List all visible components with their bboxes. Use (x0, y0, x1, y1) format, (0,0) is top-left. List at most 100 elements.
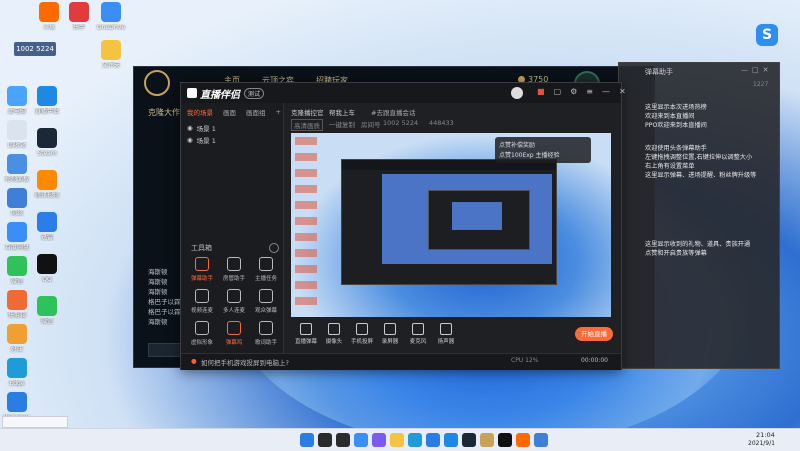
start-live-button[interactable]: 开始直播 (575, 327, 613, 341)
hint-link[interactable]: 如何把手机游戏投屏到电脑上? (201, 357, 289, 367)
floating-app-icon[interactable]: S (756, 24, 778, 46)
steam-icon (37, 128, 57, 148)
quality-tag[interactable]: 高清画质 (291, 119, 323, 131)
danmaku-line: PPO欢迎来到本直播间 (645, 122, 707, 129)
settings-icon[interactable]: ⚙ (570, 87, 577, 96)
desktop-icon[interactable]: Steam (28, 128, 66, 157)
desktop-icon-label: Steam (37, 150, 57, 157)
desktop-icon[interactable]: 腾讯视频 (28, 170, 66, 199)
desktop-icon[interactable]: OneDrive (92, 2, 130, 31)
windows-start-icon[interactable] (300, 433, 314, 447)
control-label: 直播弹幕 (294, 339, 317, 345)
copy-tag[interactable]: 一键复制 (329, 119, 355, 129)
danmaku-icon (300, 323, 312, 335)
window-minimize-icon[interactable]: — (602, 87, 610, 96)
recycle-bin-icon (7, 120, 27, 140)
companion-logo-icon (187, 88, 197, 98)
bottom-notification[interactable] (2, 416, 68, 428)
tool-multi-call[interactable]: 多人连麦 (219, 289, 249, 314)
widgets-icon[interactable] (354, 433, 368, 447)
eye-icon[interactable]: ◉ (187, 124, 193, 132)
task-view-icon[interactable] (336, 433, 350, 447)
onedrive-icon (101, 2, 121, 22)
control-speaker[interactable]: 扬声器 (431, 323, 461, 345)
menu-icon[interactable]: ≡ (586, 87, 593, 96)
danmaku-top-count: 1227 (753, 81, 769, 88)
chat-icon[interactable] (372, 433, 386, 447)
danmaku-line: 这里显示弹幕、进场提醒、粉丝牌升级等 (645, 172, 757, 179)
scene-item-0[interactable]: 场景 1 (197, 123, 216, 133)
close-icon[interactable]: ✕ (763, 66, 769, 74)
qq-icon[interactable] (498, 433, 512, 447)
tool-lyrics[interactable]: 歌词助手 (251, 321, 281, 346)
browser-icon[interactable] (534, 433, 548, 447)
control-camera[interactable]: 摄像头 (319, 323, 349, 345)
danmaku-panel-title: 弹幕助手 (645, 68, 673, 76)
preview-area[interactable]: 点赞补偿奖励 点赞100Exp 主播经验 (291, 133, 611, 317)
danmaku-panel[interactable]: 弹幕助手 — □ ✕ 1227 这里显示本次进场热榜 欢迎来到本直播间 PPO欢迎来… (618, 62, 780, 369)
game-logo-icon (144, 70, 170, 96)
taskbar: 21:04 2021/9/1 (0, 428, 800, 451)
left-tab-canvas[interactable]: 画面 (223, 107, 236, 117)
minimize-icon[interactable]: — (741, 66, 748, 74)
desktop-icon[interactable]: Edge (0, 358, 36, 387)
live-companion-icon[interactable] (444, 433, 458, 447)
live-companion-window[interactable]: 直播伴侣 测试 ■ ▢ ⚙ ≡ — ✕ 我的场景 画面 画面组 + ◉ 场景 1… (180, 82, 626, 370)
desktop-icon-label: 微信 (40, 318, 53, 325)
tools-more-icon[interactable] (269, 243, 279, 253)
tool-label: 观众弹幕 (254, 308, 277, 314)
promo-line-1: 点赞补偿奖励 (499, 142, 536, 149)
tool-task[interactable]: 主播任务 (251, 257, 281, 282)
control-screen-record[interactable]: 录屏器 (375, 323, 405, 345)
tool-call[interactable]: 视频连麦 (187, 289, 217, 314)
control-label: 摄像头 (325, 339, 343, 345)
edge-icon[interactable] (408, 433, 422, 447)
promo-card[interactable]: 点赞补偿奖励 点赞100Exp 主播经验 (495, 137, 591, 163)
left-tab-groups[interactable]: 画面组 (246, 107, 266, 117)
archive-icon (7, 324, 27, 344)
wechat-icon (7, 256, 27, 276)
control-danmaku[interactable]: 直播弹幕 (291, 323, 321, 345)
promo-line-2: 点赞100Exp 主播经验 (499, 152, 560, 159)
tool-chicken[interactable]: 弹幕鸡 (219, 321, 249, 346)
control-phone-cast[interactable]: 手机投屏 (347, 323, 377, 345)
edge-icon (7, 358, 27, 378)
tool-label: 弹幕鸡 (225, 340, 243, 346)
danmaku-line: 欢迎使用头条弹幕助手 (645, 145, 707, 152)
add-icon[interactable]: + (276, 108, 281, 116)
maximize-icon[interactable]: □ (752, 66, 759, 74)
tool-admin[interactable]: 房管助手 (219, 257, 249, 282)
tool-label: 虚拟形象 (190, 340, 213, 346)
file-explorer-icon[interactable] (390, 433, 404, 447)
tool-avatar[interactable]: 虚拟形象 (187, 321, 217, 346)
left-tab-scenes[interactable]: 我的场景 (187, 107, 213, 117)
search-icon[interactable] (318, 433, 332, 447)
game-icon[interactable] (480, 433, 494, 447)
stream-tag[interactable]: #去跟直播会话 (371, 107, 415, 117)
scene-item-1[interactable]: 场景 1 (197, 135, 216, 145)
window-close-icon[interactable]: ✕ (619, 87, 626, 96)
live-timer: 00:00:00 (581, 357, 608, 364)
store-icon[interactable] (426, 433, 440, 447)
control-mic[interactable]: 麦克风 (403, 323, 433, 345)
control-label: 手机投屏 (350, 339, 373, 345)
tool-audience[interactable]: 观众弹幕 (251, 289, 281, 314)
stream-subtitle: 帮我上车 (329, 109, 355, 117)
gift-icon[interactable]: ■ (537, 87, 545, 96)
multi-call-icon (227, 289, 241, 303)
app-icon[interactable] (516, 433, 530, 447)
desktop-icon-label: OneDrive (96, 24, 126, 31)
screen-record-icon (384, 323, 396, 335)
companion-avatar[interactable] (511, 87, 523, 99)
steam-icon[interactable] (462, 433, 476, 447)
eye-icon[interactable]: ◉ (187, 136, 193, 144)
tool-danmaku[interactable]: 弹幕助手 (187, 257, 217, 282)
desktop-icon[interactable]: 直播伴侣 (28, 86, 66, 115)
desktop-icon-label: 好压 (10, 346, 23, 353)
message-icon[interactable]: ▢ (554, 87, 562, 96)
desktop-icon[interactable]: 迅雷 (28, 212, 66, 241)
desktop-icon[interactable]: 文件夹 (92, 40, 130, 69)
desktop-icon[interactable]: 好压 (0, 324, 36, 353)
desktop-icon[interactable]: QQ (28, 254, 66, 283)
desktop-icon[interactable]: 微信 (28, 296, 66, 325)
